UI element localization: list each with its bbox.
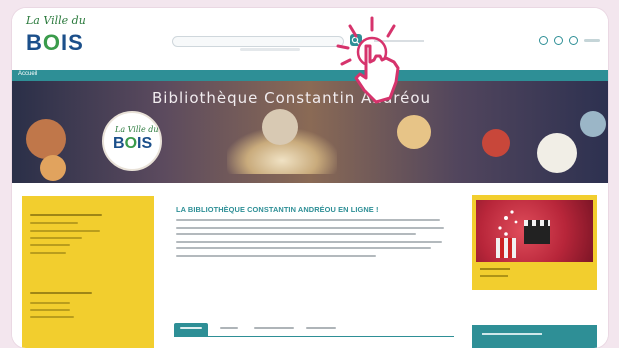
sidebar-line — [30, 244, 70, 246]
banner-badge-logo: La Ville du BOIS — [102, 111, 162, 171]
sidebar-info-box — [22, 196, 154, 348]
banner-deco-reader-center — [262, 109, 298, 145]
header-icons — [539, 36, 600, 45]
browser-frame: La Ville du BOIS Accueil Bibliothèque Co… — [12, 8, 608, 348]
banner-deco-reader-right2 — [482, 129, 510, 157]
badge-script-text: La Ville du — [115, 125, 159, 134]
banner-deco-reader-child — [40, 155, 66, 181]
clapperboard-icon — [496, 210, 550, 258]
banner-deco-reader-right — [397, 115, 431, 149]
banner-deco-reader-right4 — [580, 111, 606, 137]
user-icon[interactable] — [569, 36, 578, 45]
intro-paragraph — [176, 227, 444, 229]
secondary-card[interactable] — [472, 325, 597, 348]
tab-label[interactable] — [306, 327, 336, 329]
sidebar-line — [30, 252, 66, 254]
tab-underline — [174, 336, 454, 337]
tab-label[interactable] — [254, 327, 294, 329]
sidebar-heading-2 — [30, 292, 92, 294]
banner-deco-reader-left — [26, 119, 66, 159]
hand-pointer-icon — [336, 16, 400, 104]
cinema-caption — [480, 268, 510, 270]
logo-script-text: La Ville du — [26, 14, 86, 27]
badge-wordmark: BOIS — [113, 135, 153, 152]
account-label[interactable] — [584, 39, 600, 42]
main-content: LA BIBLIOTHÈQUE CONSTANTIN ANDRÉOU EN LI… — [12, 183, 608, 348]
sidebar-line — [30, 230, 100, 232]
search-input[interactable] — [172, 36, 344, 47]
hero-banner: Bibliothèque Constantin Andréou La Ville… — [12, 81, 608, 183]
site-header: La Ville du BOIS — [12, 8, 608, 70]
cart-icon[interactable] — [554, 36, 563, 45]
site-logo[interactable]: La Ville du BOIS — [26, 14, 96, 66]
sidebar-heading — [30, 214, 102, 216]
search-sublabel — [240, 48, 300, 51]
sidebar-line — [30, 237, 82, 239]
logo-wordmark: BOIS — [26, 30, 84, 55]
sidebar-hours — [30, 309, 70, 311]
tab-label — [180, 327, 202, 329]
banner-deco-reader-right3 — [537, 133, 577, 173]
cinema-caption-sub — [480, 275, 508, 277]
intro-paragraph — [176, 233, 416, 235]
sidebar-hours — [30, 302, 70, 304]
sidebar-subheading — [30, 222, 78, 224]
nav-item-home[interactable]: Accueil — [18, 71, 37, 77]
content-tabs — [174, 323, 454, 337]
tab-active[interactable] — [174, 323, 208, 336]
intro-paragraph — [176, 255, 376, 257]
cinema-card[interactable] — [472, 195, 597, 290]
intro-paragraph — [176, 247, 431, 249]
tab-label[interactable] — [220, 327, 238, 329]
main-navbar: Accueil — [12, 70, 608, 81]
intro-paragraph — [176, 241, 442, 243]
cinema-image — [476, 200, 593, 262]
sidebar-hours — [30, 316, 74, 318]
intro-paragraph — [176, 219, 440, 221]
page-title: LA BIBLIOTHÈQUE CONSTANTIN ANDRÉOU EN LI… — [176, 205, 379, 214]
secondary-card-label — [482, 333, 542, 335]
account-icon[interactable] — [539, 36, 548, 45]
